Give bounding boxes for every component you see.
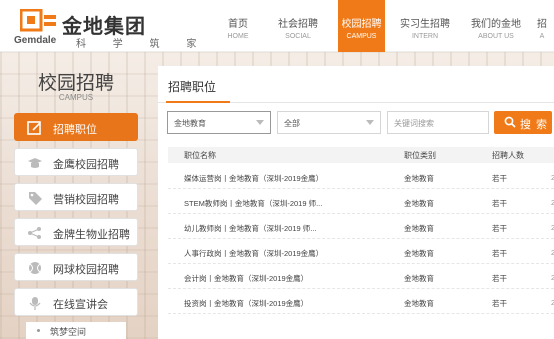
column-header-title: 职位名称	[184, 151, 216, 160]
sidebar-subitem-dream-space[interactable]: 筑梦空间	[26, 322, 126, 339]
nav-sublabel: ABOUT US	[478, 33, 514, 40]
nav-sublabel: A	[539, 33, 545, 40]
job-title-link[interactable]: 投资岗丨金地教育（深圳-2019金鹰）	[184, 298, 308, 309]
table-row[interactable]: 会计岗丨金地教育（深圳-2019金鹰） 金地教育 若干 2	[168, 265, 554, 289]
sidebar-item-online-talk[interactable]: 在线宣讲会	[14, 288, 138, 316]
sidebar-title: 校园招聘	[37, 73, 114, 94]
tag-icon	[29, 192, 42, 205]
logo-english: Gemdale	[14, 35, 57, 46]
gemdale-logo-mark-icon	[20, 9, 56, 32]
job-category: 金地教育	[404, 249, 434, 258]
job-category: 金地教育	[404, 299, 434, 308]
nav-label: 实习生招聘	[400, 19, 450, 30]
nav-more[interactable]: 招 A	[530, 0, 554, 52]
sidebar-item-label: 网球校园招聘	[53, 264, 119, 276]
job-category: 金地教育	[404, 224, 434, 233]
search-button[interactable]: 搜 索	[494, 111, 552, 134]
sidebar-item-tennis[interactable]: 网球校园招聘	[14, 253, 138, 281]
gemdale-logo[interactable]: 金地集团 Gemdale 科 学 筑 家	[14, 7, 196, 50]
top-header: 金地集团 Gemdale 科 学 筑 家 首页 HOME 社会招聘 SOCIAL…	[0, 0, 554, 52]
table-row[interactable]: 人事行政岗丨金地教育（深圳-2019金鹰） 金地教育 若干 2	[168, 240, 554, 264]
company-select-value: 金地教育	[174, 119, 206, 128]
keyword-placeholder: 关键词搜索	[394, 119, 434, 128]
nav-sublabel: SOCIAL	[285, 33, 311, 40]
sidebar-item-label: 金鹰校园招聘	[53, 159, 119, 171]
table-header: 职位名称 职位类别 招聘人数	[168, 147, 554, 163]
nav-label: 社会招聘	[278, 19, 318, 30]
nav-campus[interactable]: 校园招聘 CAMPUS	[338, 0, 385, 52]
category-select-value: 全部	[284, 119, 300, 128]
nav-sublabel: HOME	[227, 33, 249, 40]
job-list-panel: 招聘职位 金地教育 全部 关键词搜索 搜 索 职位名称 职位类别 招聘人数 媒体…	[158, 66, 554, 339]
sidebar-item-marketing[interactable]: 营销校园招聘	[14, 183, 138, 211]
nav-sublabel: CAMPUS	[346, 33, 377, 40]
sidebar-subitem-label: 筑梦空间	[50, 327, 87, 337]
nav-label: 校园招聘	[341, 19, 382, 30]
keyword-search-input[interactable]: 关键词搜索	[387, 111, 489, 134]
job-title-link[interactable]: 人事行政岗丨金地教育（深圳-2019金鹰）	[184, 248, 323, 259]
job-category: 金地教育	[404, 199, 434, 208]
job-count: 若干	[492, 224, 507, 233]
sidebar-subtitle: CAMPUS	[58, 93, 94, 102]
job-title-link[interactable]: 会计岗丨金地教育（深圳-2019金鹰）	[184, 273, 308, 284]
microphone-icon	[29, 297, 41, 310]
sidebar-item-label: 营销校园招聘	[53, 194, 119, 206]
nav-social[interactable]: 社会招聘 SOCIAL	[268, 0, 328, 52]
tab-active-indicator	[166, 101, 230, 103]
nav-about-us[interactable]: 我们的金地 ABOUT US	[466, 0, 526, 52]
job-count: 若干	[492, 174, 507, 183]
edit-icon	[27, 121, 41, 135]
search-icon	[504, 116, 516, 128]
job-category: 金地教育	[404, 174, 434, 183]
company-select[interactable]: 金地教育	[167, 111, 271, 134]
job-count: 若干	[492, 249, 507, 258]
tab-jobs[interactable]: 招聘职位	[168, 78, 216, 102]
table-row[interactable]: STEM教师岗丨金地教育（深圳-2019 师... 金地教育 若干 2	[168, 190, 554, 214]
nav-intern[interactable]: 实习生招聘 INTERN	[395, 0, 455, 52]
network-icon	[28, 227, 41, 239]
nav-sublabel: INTERN	[411, 33, 439, 40]
job-title-link[interactable]: 媒体运营岗丨金地教育（深圳-2019金鹰）	[184, 173, 323, 184]
table-row[interactable]: 幼儿教师岗丨金地教育（深圳-2019 师... 金地教育 若干 2	[168, 215, 554, 239]
table-row[interactable]: 媒体运营岗丨金地教育（深圳-2019金鹰） 金地教育 若干 2	[168, 165, 554, 189]
search-button-label: 搜 索	[520, 119, 549, 131]
job-count: 若干	[492, 299, 507, 308]
nav-label: 招	[537, 19, 547, 30]
column-header-category: 职位类别	[404, 151, 436, 160]
sidebar-item-jobs[interactable]: 招聘职位	[14, 113, 138, 141]
sidebar-item-label: 在线宣讲会	[53, 299, 108, 311]
job-title-link[interactable]: STEM教师岗丨金地教育（深圳-2019 师...	[184, 198, 322, 209]
graduation-cap-icon	[28, 158, 42, 168]
tennis-ball-icon	[29, 262, 41, 274]
job-category: 金地教育	[404, 274, 434, 283]
nav-label: 我们的金地	[471, 19, 521, 30]
column-header-count: 招聘人数	[492, 151, 524, 160]
chevron-down-icon	[256, 120, 264, 125]
job-count: 若干	[492, 199, 507, 208]
logo-subtitle: 科 学 筑 家	[76, 39, 209, 50]
nav-label: 首页	[228, 19, 248, 30]
sidebar-item-golden-eagle[interactable]: 金鹰校园招聘	[14, 148, 138, 176]
sidebar: 校园招聘 CAMPUS 招聘职位 金鹰校园招聘 营销校园招聘 金牌生物业招聘 网…	[0, 60, 152, 339]
job-title-link[interactable]: 幼儿教师岗丨金地教育（深圳-2019 师...	[184, 223, 317, 234]
chevron-down-icon	[366, 120, 374, 125]
sidebar-item-label: 招聘职位	[53, 124, 97, 136]
nav-home[interactable]: 首页 HOME	[208, 0, 268, 52]
category-select[interactable]: 全部	[277, 111, 381, 134]
bullet-icon	[37, 329, 40, 332]
table-row[interactable]: 投资岗丨金地教育（深圳-2019金鹰） 金地教育 若干 2	[168, 290, 554, 314]
sidebar-item-label: 金牌生物业招聘	[53, 229, 130, 241]
sidebar-item-property[interactable]: 金牌生物业招聘	[14, 218, 138, 246]
job-count: 若干	[492, 274, 507, 283]
